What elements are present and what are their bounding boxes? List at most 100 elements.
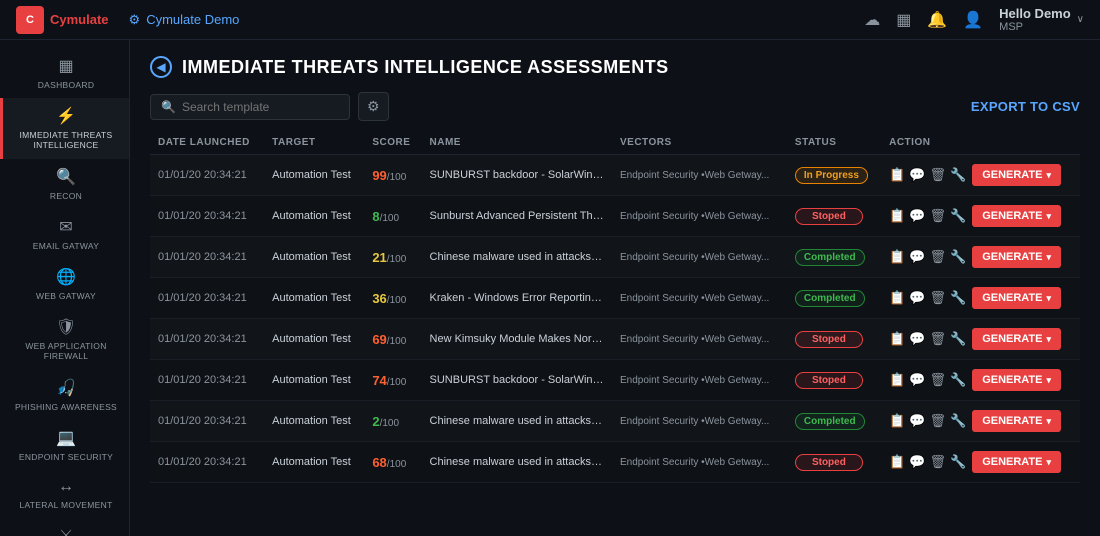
- settings-icon[interactable]: 🔧: [950, 208, 966, 224]
- chat-icon[interactable]: 💬: [909, 249, 925, 265]
- score-denom: /100: [387, 295, 406, 306]
- cell-name: Chinese malware used in attacks against: [422, 442, 612, 483]
- copy-icon[interactable]: 📋: [889, 290, 905, 306]
- generate-button[interactable]: GENERATE ▾: [972, 164, 1061, 186]
- search-input[interactable]: [182, 100, 339, 114]
- sidebar-item-dashboard[interactable]: ▦ DASHBOARD: [0, 48, 129, 98]
- copy-icon[interactable]: 📋: [889, 413, 905, 429]
- delete-icon[interactable]: 🗑: [929, 290, 946, 306]
- copy-icon[interactable]: 📋: [889, 208, 905, 224]
- settings-icon[interactable]: 🔧: [950, 454, 966, 470]
- cell-vectors: Endpoint Security •Web Getway...: [612, 237, 787, 278]
- delete-icon[interactable]: 🗑: [929, 167, 946, 183]
- grid-icon[interactable]: ▦: [896, 10, 911, 30]
- cell-score: 8/100: [364, 196, 421, 237]
- delete-icon[interactable]: 🗑: [929, 208, 946, 224]
- settings-icon[interactable]: 🔧: [950, 249, 966, 265]
- chat-icon[interactable]: 💬: [909, 290, 925, 306]
- sidebar-label-dashboard: DASHBOARD: [38, 80, 95, 90]
- chat-icon[interactable]: 💬: [909, 331, 925, 347]
- sidebar-item-immediate-threats[interactable]: ⚡ IMMEDIATE THREATS INTELLIGENCE: [0, 98, 129, 158]
- back-button[interactable]: ◀: [150, 56, 172, 78]
- generate-button[interactable]: GENERATE ▾: [972, 451, 1061, 473]
- settings-icon[interactable]: 🔧: [950, 331, 966, 347]
- delete-icon[interactable]: 🗑: [929, 331, 946, 347]
- copy-icon[interactable]: 📋: [889, 454, 905, 470]
- page-title: IMMEDIATE THREATS INTELLIGENCE ASSESSMEN…: [182, 57, 669, 78]
- settings-icon[interactable]: 🔧: [950, 372, 966, 388]
- generate-button[interactable]: GENERATE ▾: [972, 369, 1061, 391]
- chat-icon[interactable]: 💬: [909, 167, 925, 183]
- user-icon[interactable]: 👤: [963, 10, 983, 30]
- search-icon: 🔍: [161, 100, 176, 114]
- table-row: 01/01/20 20:34:21 Automation Test 21/100…: [150, 237, 1080, 278]
- generate-label: GENERATE: [982, 210, 1042, 222]
- sidebar-item-email-gateway[interactable]: ✉ EMAIL GATWAY: [0, 209, 129, 259]
- logo[interactable]: C Cymulate: [16, 6, 109, 34]
- sidebar-item-purple-team[interactable]: ⚔ PURPLE TEAM: [0, 518, 129, 536]
- generate-chevron-icon: ▾: [1047, 375, 1052, 386]
- sidebar-label-endpoint: ENDPOINT SECURITY: [19, 452, 113, 462]
- vectors-text: Endpoint Security •Web Getway...: [620, 252, 769, 263]
- bell-icon[interactable]: 🔔: [927, 10, 947, 30]
- logo-icon: C: [16, 6, 44, 34]
- chat-icon[interactable]: 💬: [909, 372, 925, 388]
- delete-icon[interactable]: 🗑: [929, 454, 946, 470]
- delete-icon[interactable]: 🗑: [929, 249, 946, 265]
- chat-icon[interactable]: 💬: [909, 208, 925, 224]
- dashboard-icon: ▦: [58, 56, 73, 76]
- generate-button[interactable]: GENERATE ▾: [972, 205, 1061, 227]
- table-row: 01/01/20 20:34:21 Automation Test 36/100…: [150, 278, 1080, 319]
- user-menu[interactable]: Hello Demo MSP ∨: [999, 6, 1084, 33]
- chat-icon[interactable]: 💬: [909, 454, 925, 470]
- settings-icon[interactable]: 🔧: [950, 167, 966, 183]
- demo-label[interactable]: ⚙ Cymulate Demo: [129, 12, 240, 28]
- sidebar-item-recon[interactable]: 🔍 RECON: [0, 159, 129, 209]
- cell-action: 📋 💬 🗑 🔧 GENERATE ▾: [881, 237, 1080, 278]
- cell-action: 📋 💬 🗑 🔧 GENERATE ▾: [881, 442, 1080, 483]
- generate-button[interactable]: GENERATE ▾: [972, 328, 1061, 350]
- cell-vectors: Endpoint Security •Web Getway...: [612, 196, 787, 237]
- chat-icon[interactable]: 💬: [909, 413, 925, 429]
- copy-icon[interactable]: 📋: [889, 372, 905, 388]
- vectors-text: Endpoint Security •Web Getway...: [620, 457, 769, 468]
- search-box[interactable]: 🔍: [150, 94, 350, 120]
- export-button[interactable]: EXPORT TO CSV: [971, 99, 1080, 114]
- phishing-icon: 🎣: [56, 378, 76, 398]
- settings-icon[interactable]: 🔧: [950, 290, 966, 306]
- delete-icon[interactable]: 🗑: [929, 372, 946, 388]
- generate-button[interactable]: GENERATE ▾: [972, 287, 1061, 309]
- navbar: C Cymulate ⚙ Cymulate Demo ☁ ▦ 🔔 👤 Hello…: [0, 0, 1100, 40]
- generate-button[interactable]: GENERATE ▾: [972, 410, 1061, 432]
- table-row: 01/01/20 20:34:21 Automation Test 99/100…: [150, 155, 1080, 196]
- filter-button[interactable]: ⚙: [358, 92, 389, 121]
- vectors-text: Endpoint Security •Web Getway...: [620, 293, 769, 304]
- action-icons: 📋 💬 🗑 🔧: [889, 372, 966, 388]
- sidebar-item-web-gateway[interactable]: 🌐 WEB GATWAY: [0, 259, 129, 309]
- table-row: 01/01/20 20:34:21 Automation Test 8/100 …: [150, 196, 1080, 237]
- generate-chevron-icon: ▾: [1047, 170, 1052, 181]
- sidebar-item-lateral[interactable]: ↔ LATERAL MOVEMENT: [0, 470, 129, 518]
- copy-icon[interactable]: 📋: [889, 249, 905, 265]
- cell-date: 01/01/20 20:34:21: [150, 442, 264, 483]
- cell-score: 36/100: [364, 278, 421, 319]
- action-icons: 📋 💬 🗑 🔧: [889, 454, 966, 470]
- sidebar-item-endpoint[interactable]: 💻 ENDPOINT SECURITY: [0, 420, 129, 470]
- user-name: Hello Demo: [999, 6, 1071, 21]
- generate-chevron-icon: ▾: [1047, 457, 1052, 468]
- copy-icon[interactable]: 📋: [889, 331, 905, 347]
- score-denom: /100: [380, 213, 399, 224]
- generate-label: GENERATE: [982, 374, 1042, 386]
- sidebar-item-phishing[interactable]: 🎣 PHISHING AWARENESS: [0, 370, 129, 420]
- sidebar-item-waf[interactable]: 🛡 WEB APPLICATION FIREWALL: [0, 309, 129, 369]
- delete-icon[interactable]: 🗑: [929, 413, 946, 429]
- score-value: 99: [372, 168, 386, 183]
- generate-button[interactable]: GENERATE ▾: [972, 246, 1061, 268]
- cloud-icon[interactable]: ☁: [864, 10, 880, 30]
- col-status: STATUS: [787, 131, 881, 155]
- settings-icon[interactable]: 🔧: [950, 413, 966, 429]
- copy-icon[interactable]: 📋: [889, 167, 905, 183]
- cell-date: 01/01/20 20:34:21: [150, 196, 264, 237]
- email-icon: ✉: [59, 217, 72, 237]
- firewall-icon: 🛡: [56, 317, 76, 337]
